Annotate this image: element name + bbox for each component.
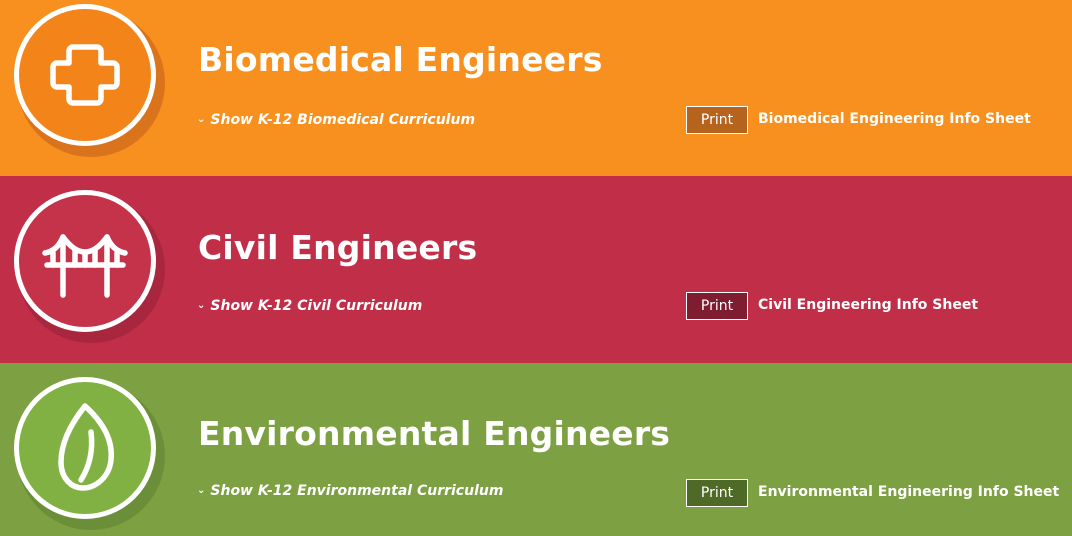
- info-sheet-link[interactable]: Civil Engineering Info Sheet: [758, 297, 978, 313]
- icon-circle: [14, 4, 156, 146]
- show-curriculum-toggle[interactable]: ⌄ Show K-12 Civil Curriculum: [197, 298, 422, 314]
- chevron-down-icon: ⌄: [197, 485, 206, 496]
- leaf-icon: [58, 403, 115, 491]
- print-button[interactable]: Print: [686, 292, 748, 320]
- medical-cross-icon: [50, 44, 120, 106]
- show-curriculum-toggle[interactable]: ⌄ Show K-12 Environmental Curriculum: [197, 483, 503, 499]
- toggle-label: Show K-12 Biomedical Curriculum: [210, 112, 476, 128]
- icon-circle: [14, 190, 156, 332]
- section-biomedical: Biomedical Engineers ⌄ Show K-12 Biomedic…: [0, 0, 1072, 176]
- section-civil: Civil Engineers ⌄ Show K-12 Civil Curricu…: [0, 176, 1072, 363]
- section-title: Environmental Engineers: [198, 414, 671, 453]
- bridge-icon: [42, 234, 128, 298]
- chevron-down-icon: ⌄: [197, 114, 206, 125]
- toggle-label: Show K-12 Environmental Curriculum: [210, 483, 504, 499]
- icon-circle: [14, 377, 156, 519]
- print-button[interactable]: Print: [686, 106, 748, 134]
- info-sheet-link[interactable]: Biomedical Engineering Info Sheet: [758, 111, 1031, 127]
- show-curriculum-toggle[interactable]: ⌄ Show K-12 Biomedical Curriculum: [197, 112, 475, 128]
- chevron-down-icon: ⌄: [197, 300, 206, 311]
- section-title: Civil Engineers: [198, 228, 478, 267]
- section-title: Biomedical Engineers: [198, 40, 603, 79]
- toggle-label: Show K-12 Civil Curriculum: [210, 298, 423, 314]
- info-sheet-link[interactable]: Environmental Engineering Info Sheet: [758, 484, 1059, 500]
- print-button[interactable]: Print: [686, 479, 748, 507]
- section-environmental: Environmental Engineers ⌄ Show K-12 Envir…: [0, 363, 1072, 536]
